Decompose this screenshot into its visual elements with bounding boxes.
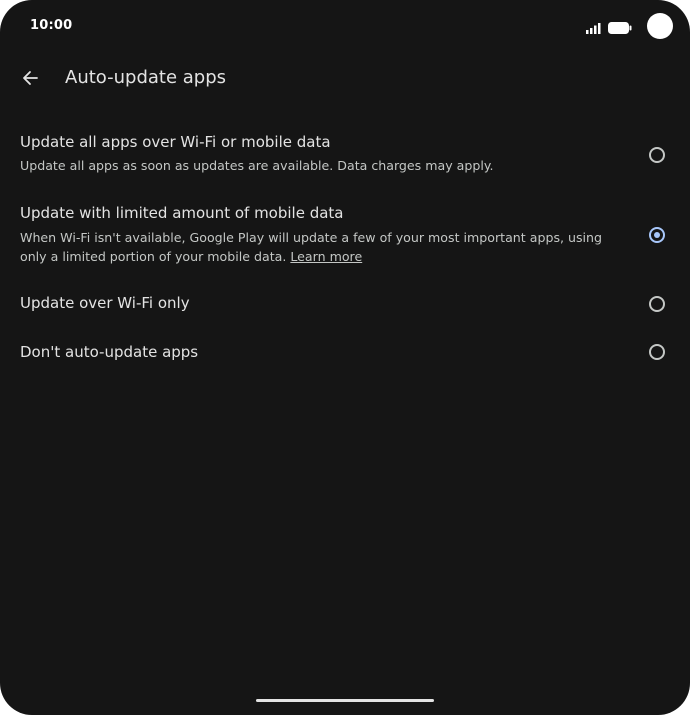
status-icons	[586, 19, 632, 38]
option-all-apps-wifi-or-mobile[interactable]: Update all apps over Wi-Fi or mobile dat…	[0, 124, 690, 184]
radio-button[interactable]	[649, 344, 665, 360]
app-bar: Auto-update apps	[0, 56, 690, 102]
radio-button[interactable]	[649, 147, 665, 163]
page-title: Auto-update apps	[65, 67, 227, 88]
radio-button-selected[interactable]	[649, 227, 665, 243]
option-wifi-only[interactable]: Update over Wi-Fi only	[0, 284, 690, 324]
front-camera	[647, 13, 673, 39]
option-limited-mobile-data[interactable]: Update with limited amount of mobile dat…	[0, 194, 690, 274]
option-description: Update all apps as soon as updates are a…	[20, 158, 494, 173]
learn-more-link[interactable]: Learn more	[290, 249, 362, 264]
status-bar: 10:00	[0, 0, 690, 52]
option-dont-auto-update[interactable]: Don't auto-update apps	[0, 332, 690, 372]
option-title: Don't auto-update apps	[20, 343, 199, 361]
status-time: 10:00	[30, 18, 73, 33]
phone-screen: 10:00 Auto-update apps Update all apps o…	[0, 0, 690, 715]
battery-icon	[608, 19, 632, 38]
option-title: Update with limited amount of mobile dat…	[20, 204, 344, 222]
back-arrow-icon	[22, 70, 38, 90]
option-title: Update all apps over Wi-Fi or mobile dat…	[20, 133, 331, 151]
back-button[interactable]	[14, 64, 46, 96]
gesture-navigation-handle[interactable]	[256, 699, 434, 702]
option-title: Update over Wi-Fi only	[20, 294, 190, 312]
signal-icon	[586, 19, 602, 38]
radio-button[interactable]	[649, 296, 665, 312]
option-description-container: When Wi-Fi isn't available, Google Play …	[20, 228, 620, 266]
